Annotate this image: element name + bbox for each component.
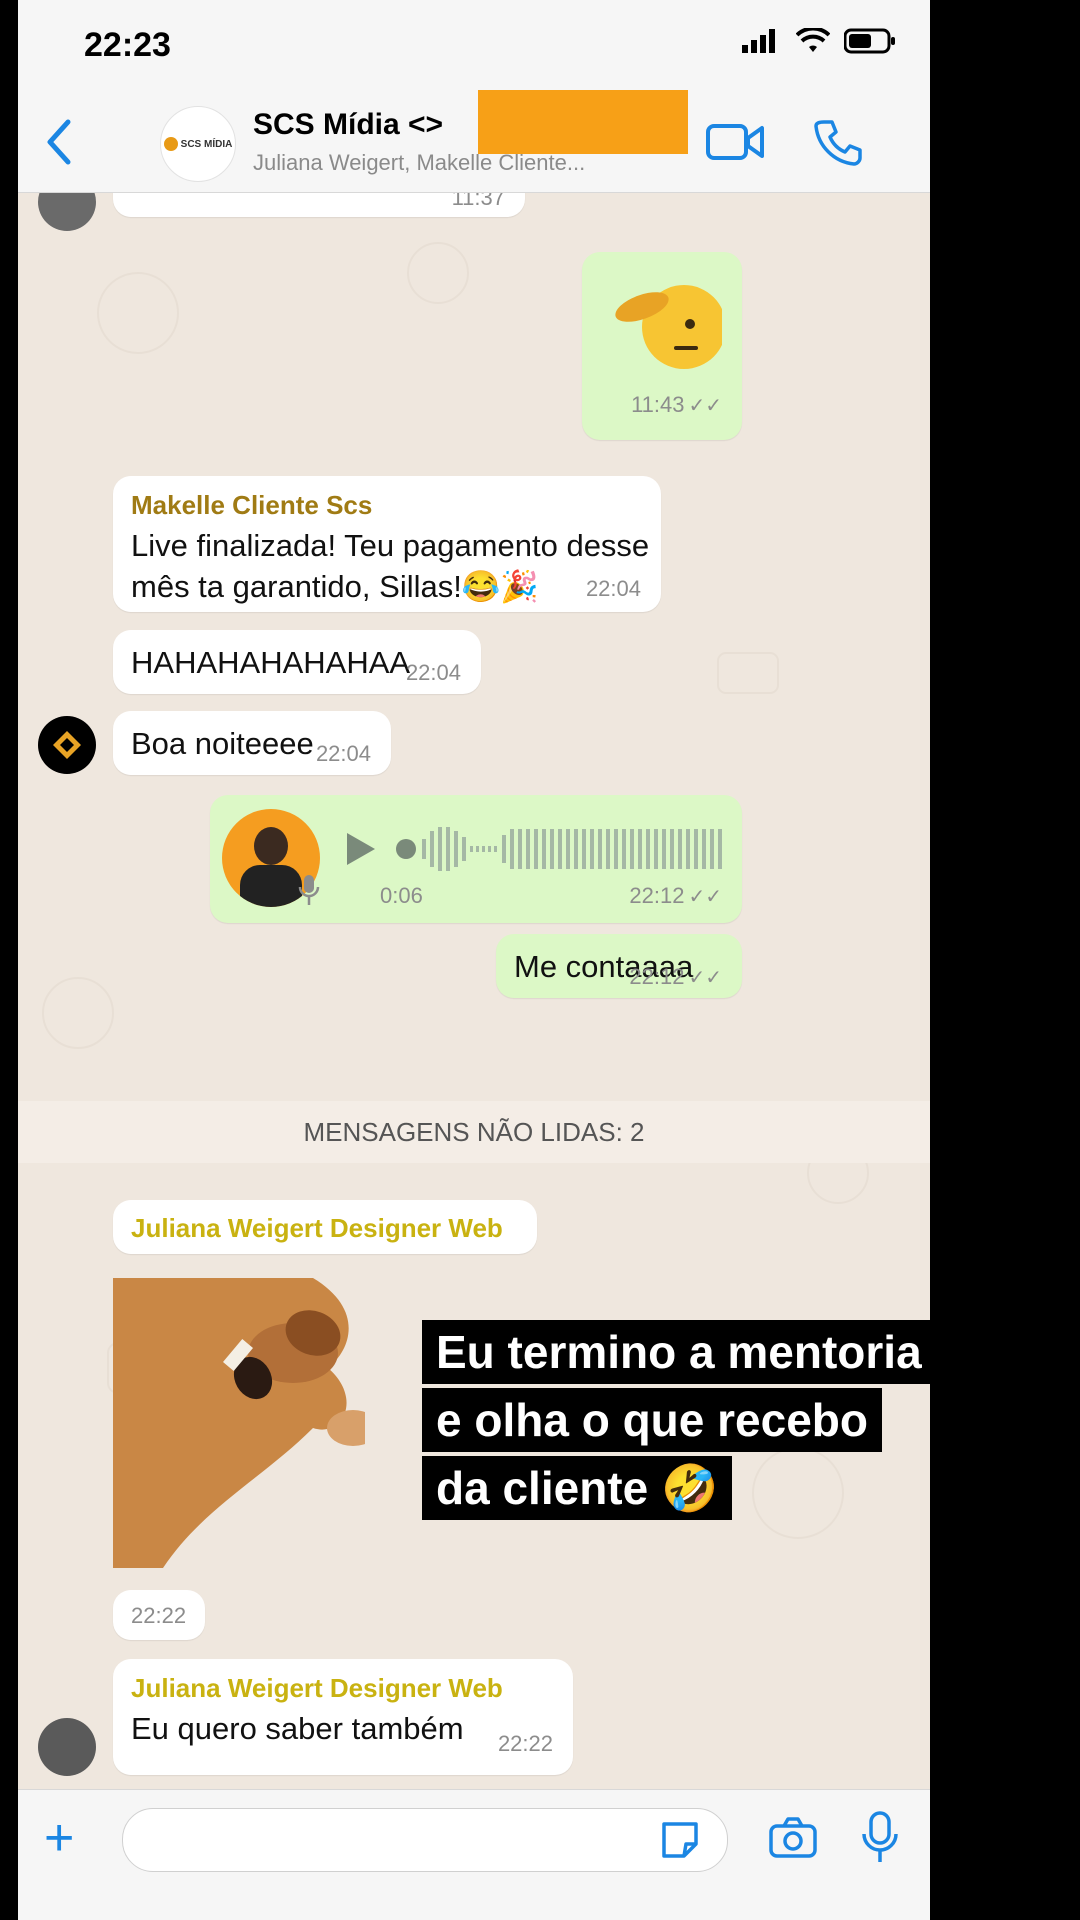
message-bubble-juliana[interactable]: Juliana Weigert Designer Web Eu quero sa… <box>113 1659 573 1775</box>
camera-icon[interactable] <box>768 1816 818 1860</box>
message-bubble-haha[interactable]: HAHAHAHAHAHAA 22:04 <box>113 630 481 694</box>
wifi-icon <box>796 28 830 52</box>
message-time: 11:37 <box>451 193 505 210</box>
chat-screen: 22:23 SCS MÍDIA SCS Mídia <> Juliana Wei… <box>18 0 930 1920</box>
back-chevron-icon[interactable] <box>42 116 76 168</box>
redaction-block <box>478 90 688 154</box>
sender-name: Makelle Cliente Scs <box>131 490 373 520</box>
message-list[interactable]: 11:37 11:43 ✓✓ Makelle Cliente Scs Live f… <box>18 193 930 1789</box>
status-time: 22:23 <box>84 26 171 64</box>
signal-icon <box>742 29 775 53</box>
caption-line3: da cliente 🤣 <box>422 1456 733 1520</box>
message-time-text: 11:43 <box>631 392 685 417</box>
status-bar: 22:23 <box>18 0 930 92</box>
story-caption-overlay: Eu termino a mentoria e olha o que receb… <box>422 1318 936 1522</box>
attach-plus-icon[interactable]: + <box>44 1812 74 1864</box>
message-time: 22:22 <box>497 1731 553 1756</box>
dog-sticker-image <box>113 1278 379 1568</box>
message-text-line1: Live finalizada! Teu pagamento desse <box>131 528 650 563</box>
message-time: 22:04 <box>405 660 461 685</box>
message-time: 22:12 ✓✓ <box>629 964 722 990</box>
chat-header: SCS MÍDIA SCS Mídia <> Juliana Weigert, … <box>18 92 930 193</box>
sender-name: Juliana Weigert Designer Web <box>131 1213 503 1243</box>
message-time: 22:12 ✓✓ <box>629 883 722 909</box>
message-text-line2: mês ta garantido, Sillas!😂🎉 <box>131 569 540 604</box>
message-time: 22:04 <box>315 741 371 766</box>
battery-icon <box>844 28 895 54</box>
read-ticks-icon: ✓✓ <box>688 395 722 417</box>
sticker-icon[interactable] <box>658 1818 702 1862</box>
phone-call-icon[interactable] <box>814 118 862 166</box>
unread-messages-divider: MENSAGENS NÃO LIDAS: 2 <box>18 1101 930 1163</box>
message-bubble-boa-noite[interactable]: Boa noiteeee 22:04 <box>113 711 391 775</box>
voice-message-bubble[interactable]: 0:06 22:12 ✓✓ <box>210 795 742 923</box>
avatar-body <box>240 865 302 907</box>
sender-avatar-juliana[interactable] <box>38 1718 96 1776</box>
read-ticks-icon: ✓✓ <box>688 886 722 908</box>
sender-avatar-makelle[interactable] <box>38 716 96 774</box>
message-time-text: 22:12 <box>629 964 685 989</box>
play-icon[interactable] <box>343 829 379 869</box>
logo-dot <box>163 137 178 151</box>
caption-line1: Eu termino a mentoria <box>422 1320 936 1384</box>
composer-bar: + <box>18 1789 930 1920</box>
mic-badge-icon <box>298 875 320 905</box>
message-input[interactable] <box>122 1808 728 1872</box>
voice-duration: 0:06 <box>380 883 423 908</box>
message-time: 11:43 ✓✓ <box>631 392 722 418</box>
message-bubble-partial[interactable]: 11:37 <box>113 193 525 217</box>
message-text: Eu quero saber também <box>131 1711 464 1746</box>
status-icons <box>742 28 896 54</box>
diamond-logo-icon <box>53 731 81 759</box>
dog-sticker[interactable] <box>113 1278 379 1568</box>
message-time: 22:04 <box>585 576 641 601</box>
group-avatar[interactable]: SCS MÍDIA <box>160 106 236 182</box>
message-time: 22:22 <box>131 1603 187 1628</box>
audio-waveform[interactable] <box>396 821 732 877</box>
microphone-icon[interactable] <box>860 1810 900 1866</box>
message-text: Boa noiteeee <box>131 726 314 761</box>
message-bubble-salute-emoji[interactable]: 11:43 ✓✓ <box>582 252 742 440</box>
sticker-time-bubble: 22:22 <box>113 1590 205 1640</box>
sender-label-bubble[interactable]: Juliana Weigert Designer Web <box>113 1200 537 1254</box>
sender-name: Juliana Weigert Designer Web <box>131 1673 503 1703</box>
group-avatar-logo-text: SCS MÍDIA <box>180 138 233 150</box>
avatar-head <box>254 827 288 865</box>
message-bubble-makelle[interactable]: Makelle Cliente Scs Live finalizada! Teu… <box>113 476 661 612</box>
video-call-icon[interactable] <box>706 122 766 162</box>
saluting-face-emoji-icon <box>615 285 722 369</box>
group-title[interactable]: SCS Mídia <> <box>253 108 443 142</box>
caption-line2: e olha o que recebo <box>422 1388 882 1452</box>
read-ticks-icon: ✓✓ <box>688 967 722 989</box>
message-bubble-me-conta[interactable]: Me contaaaa 22:12 ✓✓ <box>496 934 742 998</box>
message-text: HAHAHAHAHAHAA <box>131 645 411 680</box>
message-time-text: 22:12 <box>629 883 685 908</box>
